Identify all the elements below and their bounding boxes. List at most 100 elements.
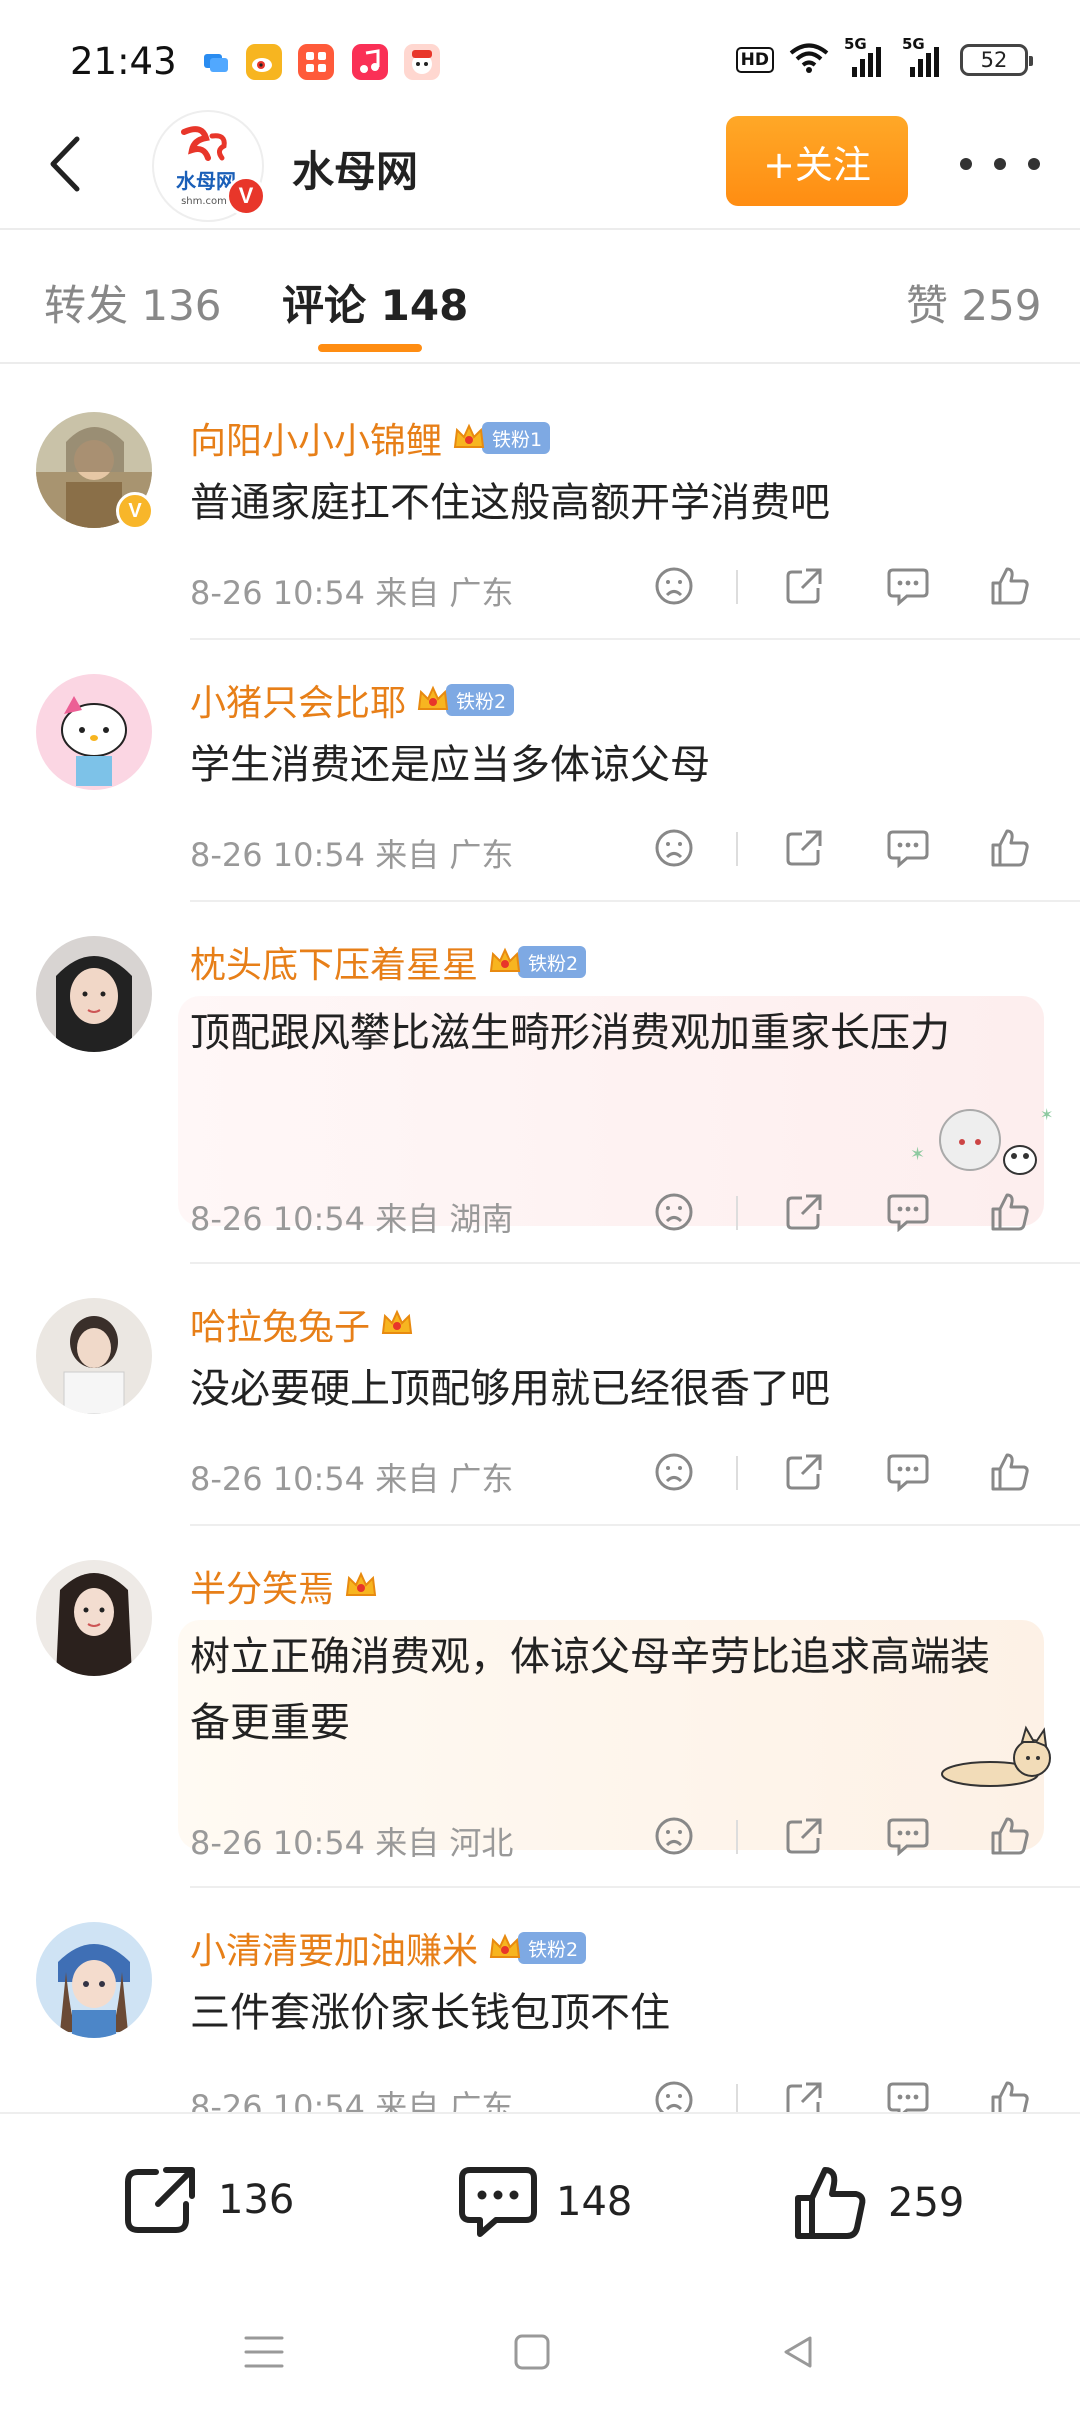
tabs-divider bbox=[0, 362, 1080, 364]
more-options-button[interactable] bbox=[960, 144, 1040, 184]
comment-username[interactable]: 半分笑焉 bbox=[190, 1560, 334, 1612]
game-app-icon bbox=[404, 44, 440, 80]
comment-item[interactable]: V 向阳小小小锦鲤 铁粉1 普通家庭扛不住这般高额开学消费吧 8-26 10:5… bbox=[0, 400, 1080, 640]
comment-meta: 8-26 10:54 来自 广东 bbox=[190, 2088, 514, 2112]
like-button[interactable]: 259 bbox=[792, 2164, 964, 2242]
crown-icon bbox=[488, 1931, 522, 1965]
avatar[interactable] bbox=[36, 1922, 152, 2038]
action-separator bbox=[736, 1196, 738, 1230]
comment-username[interactable]: 枕头底下压着星星 bbox=[190, 936, 478, 988]
dislike-icon[interactable] bbox=[650, 1448, 698, 1496]
comment-bubble-icon bbox=[459, 2167, 537, 2237]
comment-icon[interactable] bbox=[884, 562, 932, 610]
comment-item[interactable]: 小猪只会比耶 铁粉2 学生消费还是应当多体谅父母 8-26 10:54 来自 广… bbox=[0, 662, 1080, 902]
home-square-icon bbox=[514, 2334, 550, 2370]
dislike-icon[interactable] bbox=[650, 2076, 698, 2112]
battery-level: 52 bbox=[980, 48, 1008, 72]
fan-badge: 铁粉1 bbox=[482, 422, 551, 454]
comment-icon[interactable] bbox=[884, 1448, 932, 1496]
share-icon[interactable] bbox=[780, 1188, 828, 1236]
repost-icon bbox=[125, 2167, 195, 2233]
avatar[interactable] bbox=[36, 674, 152, 790]
tab-likes[interactable]: 赞 259 bbox=[906, 272, 1042, 333]
share-icon[interactable] bbox=[780, 1448, 828, 1496]
comment-item[interactable]: 半分笑焉 树立正确消费观，体谅父母辛劳比追求高端装备更重要 8-26 10:54… bbox=[0, 1548, 1080, 1888]
comment-count: 148 bbox=[556, 2179, 633, 2225]
dislike-icon[interactable] bbox=[650, 562, 698, 610]
share-icon[interactable] bbox=[780, 824, 828, 872]
share-icon[interactable] bbox=[780, 1812, 828, 1860]
comment-icon[interactable] bbox=[884, 1188, 932, 1236]
account-name[interactable]: 水母网 bbox=[292, 138, 418, 199]
dislike-icon[interactable] bbox=[650, 824, 698, 872]
anime-girl-sticker-icon: ✶ ✶ bbox=[900, 1090, 1060, 1204]
back-button[interactable] bbox=[30, 129, 100, 199]
comment-text: 普通家庭扛不住这般高额开学消费吧 bbox=[190, 480, 830, 526]
like-icon[interactable] bbox=[986, 1448, 1034, 1496]
tab-comments[interactable]: 评论 148 bbox=[282, 272, 468, 333]
comment-username[interactable]: 小清清要加油赚米 bbox=[190, 1922, 478, 1974]
back-nav-button[interactable] bbox=[768, 2322, 828, 2382]
crown-icon bbox=[380, 1307, 414, 1341]
comment-actions bbox=[650, 562, 1040, 612]
svg-text:shm.com: shm.com bbox=[181, 196, 227, 207]
comment-button[interactable]: 148 bbox=[458, 2164, 632, 2240]
like-icon[interactable] bbox=[986, 2076, 1034, 2112]
comment-meta: 8-26 10:54 来自 广东 bbox=[190, 836, 514, 874]
menu-nav-button[interactable] bbox=[234, 2322, 294, 2382]
svg-text:✶: ✶ bbox=[910, 1144, 925, 1165]
comment-icon[interactable] bbox=[884, 824, 932, 872]
follow-button[interactable]: +关注 bbox=[726, 116, 908, 206]
tab-bar: 转发 136 评论 148 赞 259 bbox=[0, 232, 1080, 362]
comment-username[interactable]: 哈拉兔兔子 bbox=[190, 1298, 370, 1350]
comment-item[interactable]: 哈拉兔兔子 没必要硬上顶配够用就已经很香了吧 8-26 10:54 来自 广东 bbox=[0, 1286, 1080, 1526]
signal-icon: 5G bbox=[844, 35, 888, 77]
like-icon[interactable] bbox=[986, 562, 1034, 610]
message-app-icon bbox=[198, 44, 234, 80]
action-separator bbox=[736, 1456, 738, 1490]
like-icon[interactable] bbox=[986, 1812, 1034, 1860]
like-icon[interactable] bbox=[986, 824, 1034, 872]
comment-username[interactable]: 向阳小小小锦鲤 bbox=[190, 412, 442, 464]
hd-indicator: HD bbox=[735, 47, 774, 73]
like-icon[interactable] bbox=[986, 1188, 1034, 1236]
comment-text: 学生消费还是应当多体谅父母 bbox=[190, 742, 710, 788]
comment-icon[interactable] bbox=[884, 2076, 932, 2112]
comment-text: 顶配跟风攀比滋生畸形消费观加重家长压力 bbox=[190, 1010, 950, 1056]
fan-badge: 铁粉2 bbox=[518, 946, 587, 978]
avatar[interactable] bbox=[36, 1298, 152, 1414]
fan-badge: 铁粉2 bbox=[518, 1932, 587, 1964]
status-indicators: HD 5G 5G 52 bbox=[735, 35, 1033, 78]
comment-actions bbox=[650, 1812, 1040, 1862]
avatar[interactable] bbox=[36, 936, 152, 1052]
menu-icon bbox=[244, 2336, 284, 2368]
music-app-icon bbox=[352, 44, 388, 80]
battery-icon: 52 bbox=[960, 44, 1033, 76]
comment-username[interactable]: 小猪只会比耶 bbox=[190, 674, 406, 726]
account-avatar[interactable]: 水母网 shm.com V bbox=[152, 110, 266, 222]
dot-icon bbox=[994, 158, 1006, 170]
comment-item[interactable]: 小清清要加油赚米 铁粉2 三件套涨价家长钱包顶不住 8-26 10:54 来自 … bbox=[0, 1910, 1080, 2112]
comment-text: 没必要硬上顶配够用就已经很香了吧 bbox=[190, 1366, 830, 1412]
share-icon[interactable] bbox=[780, 562, 828, 610]
comment-item[interactable]: 枕头底下压着星星 铁粉2 顶配跟风攀比滋生畸形消费观加重家长压力 ✶ ✶ 8-26… bbox=[0, 924, 1080, 1264]
dislike-icon[interactable] bbox=[650, 1188, 698, 1236]
tab-reposts[interactable]: 转发 136 bbox=[44, 272, 222, 333]
header-divider bbox=[0, 228, 1080, 230]
avatar[interactable]: V bbox=[36, 412, 154, 530]
avatar[interactable] bbox=[36, 1560, 152, 1676]
comment-icon[interactable] bbox=[884, 1812, 932, 1860]
header: 水母网 shm.com V 水母网 +关注 bbox=[0, 104, 1080, 228]
crown-icon bbox=[452, 421, 486, 455]
comment-text: 树立正确消费观，体谅父母辛劳比追求高端装备更重要 bbox=[190, 1634, 990, 1746]
repost-button[interactable]: 136 bbox=[122, 2164, 294, 2236]
share-icon[interactable] bbox=[780, 2076, 828, 2112]
comment-separator bbox=[190, 1262, 1080, 1264]
home-nav-button[interactable] bbox=[502, 2322, 562, 2382]
verified-badge-icon: V bbox=[226, 176, 266, 216]
comment-separator bbox=[190, 1524, 1080, 1526]
crown-icon bbox=[416, 683, 450, 717]
system-navigation-bar bbox=[0, 2282, 1080, 2414]
dislike-icon[interactable] bbox=[650, 1812, 698, 1860]
status-time: 21:43 bbox=[70, 40, 177, 83]
